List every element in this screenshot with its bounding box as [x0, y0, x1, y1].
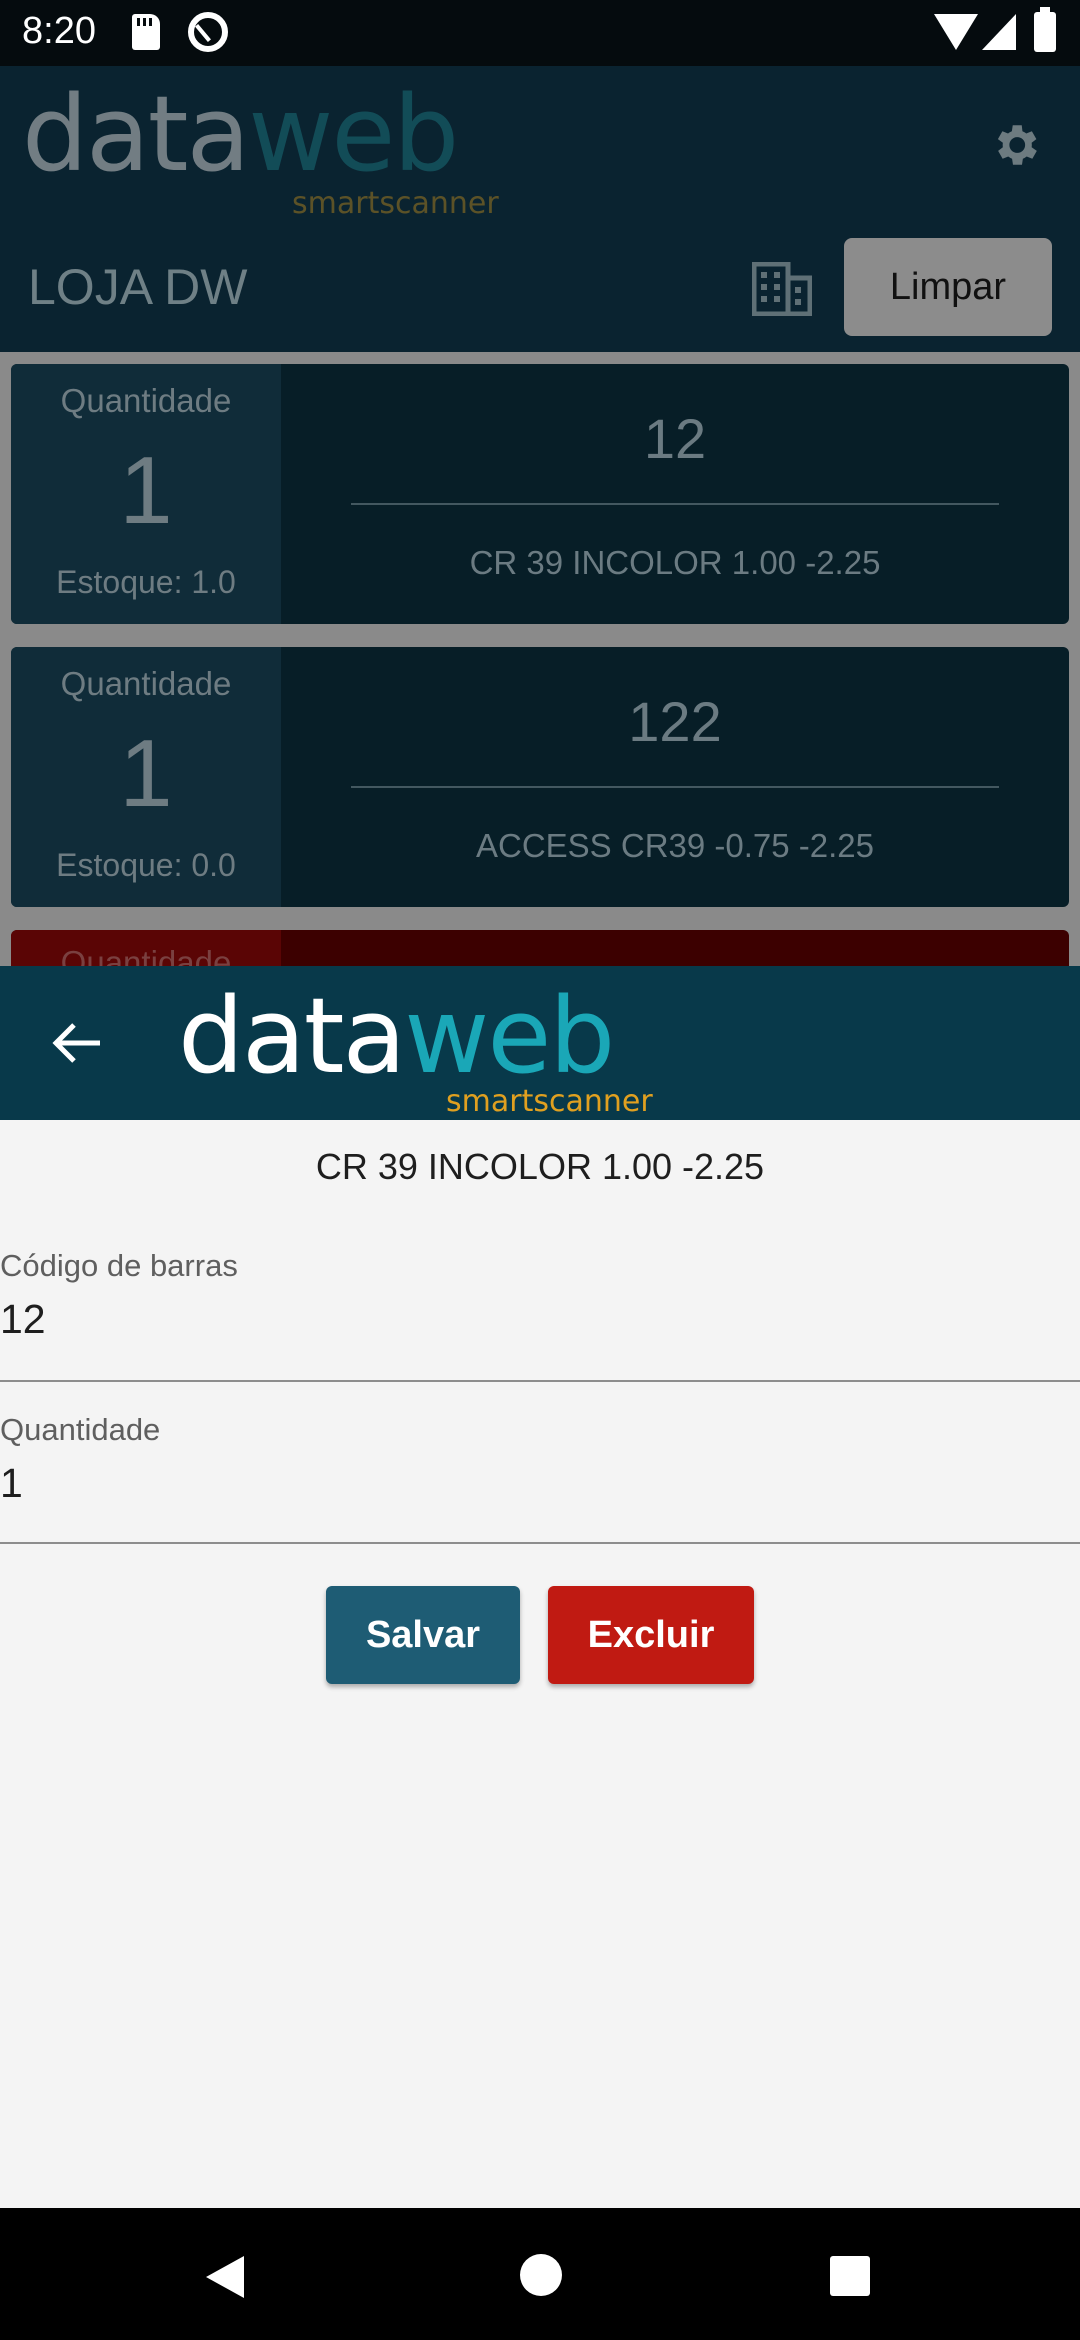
save-button[interactable]: Salvar	[326, 1586, 520, 1684]
sync-icon	[188, 12, 228, 52]
barcode-grid-icon[interactable]	[752, 262, 812, 316]
quantity-panel: Quantidade	[11, 930, 281, 966]
app-logo: dataweb smartscanner	[178, 984, 653, 1119]
item-code: 12	[643, 407, 707, 470]
system-nav-bar	[0, 2208, 1080, 2340]
logo-subtitle: smartscanner	[446, 1084, 653, 1119]
barcode-label: Código de barras	[0, 1248, 238, 1283]
quantity-panel: Quantidade 1 Estoque: 1.0	[11, 364, 281, 624]
item-detail-screen: dataweb smartscanner CR 39 INCOLOR 1.00 …	[0, 966, 1080, 2208]
nav-home-icon[interactable]	[520, 2254, 562, 2296]
logo-web-text: web	[404, 975, 615, 1097]
quantity-label: Quantidade	[60, 665, 232, 702]
barcode-field[interactable]: 12	[0, 1296, 46, 1343]
item-title: CR 39 INCOLOR 1.00 -2.25	[315, 1146, 765, 1187]
quantity-panel: Quantidade 1 Estoque: 0.0	[11, 647, 281, 907]
nav-back-icon[interactable]	[206, 2256, 244, 2298]
divider	[351, 786, 999, 788]
status-bar: 8:20	[0, 0, 1080, 66]
quantity-label: Quantidade	[60, 944, 232, 966]
delete-button[interactable]: Excluir	[548, 1586, 754, 1684]
quantity-field-label: Quantidade	[0, 1412, 161, 1447]
logo-web-text: web	[248, 73, 459, 195]
background-main-screen: dataweb smartscanner LOJA DW Limpar Quan…	[0, 66, 1080, 966]
logo-data-text: data	[22, 73, 250, 195]
item-description: ACCESS CR39 -0.75 -2.25	[475, 827, 874, 864]
clear-button[interactable]: Limpar	[844, 238, 1052, 336]
store-title: LOJA DW	[28, 259, 248, 315]
barcode-underline	[0, 1380, 1080, 1382]
list-item[interactable]: Quantidade	[11, 930, 1069, 966]
quantity-field[interactable]: 1	[0, 1460, 23, 1507]
app-logo: dataweb smartscanner	[22, 82, 499, 221]
back-arrow-icon[interactable]	[52, 1022, 102, 1064]
battery-icon	[1034, 7, 1056, 52]
quantity-underline	[0, 1542, 1080, 1544]
item-description: CR 39 INCOLOR 1.00 -2.25	[469, 544, 881, 581]
list-item[interactable]: Quantidade 1 Estoque: 0.0 122 ACCESS CR3…	[11, 647, 1069, 907]
list-item[interactable]: Quantidade 1 Estoque: 1.0 12 CR 39 INCOL…	[11, 364, 1069, 624]
divider	[351, 503, 999, 505]
nav-recents-icon[interactable]	[830, 2256, 870, 2296]
main-header: dataweb smartscanner LOJA DW Limpar	[0, 66, 1080, 352]
stock-value: Estoque: 1.0	[56, 564, 236, 600]
wifi-icon	[934, 14, 978, 50]
detail-header: dataweb smartscanner	[0, 966, 1080, 1120]
logo-data-text: data	[178, 975, 406, 1097]
status-time: 8:20	[22, 10, 96, 52]
item-code: 122	[628, 690, 722, 753]
gear-icon[interactable]	[988, 118, 1042, 172]
sd-card-icon	[132, 14, 160, 50]
cell-signal-icon	[982, 14, 1016, 50]
quantity-label: Quantidade	[60, 382, 232, 419]
quantity-value: 1	[119, 437, 173, 544]
logo-subtitle: smartscanner	[292, 186, 499, 221]
quantity-value: 1	[119, 720, 173, 827]
stock-value: Estoque: 0.0	[56, 847, 236, 883]
